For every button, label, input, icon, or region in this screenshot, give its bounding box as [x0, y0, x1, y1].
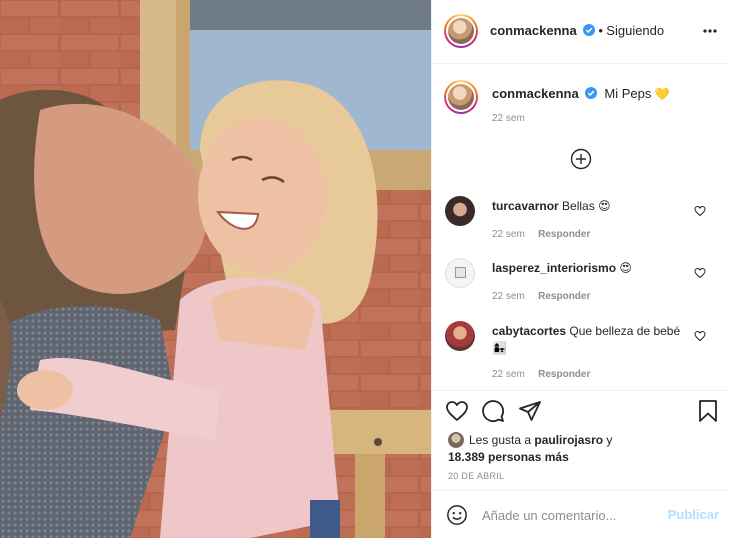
caption-line: conmackenna Mi Peps 💛 — [492, 86, 670, 101]
likes-conjunction: y — [606, 433, 613, 447]
verified-badge-icon — [585, 87, 598, 99]
commenter-username[interactable]: turcavarnor — [492, 199, 559, 213]
publish-button[interactable]: Publicar — [668, 507, 719, 522]
commenter-username[interactable]: cabytacortes — [492, 324, 566, 338]
comment-item: lasperez_interiorismo 😍 22 sem Responder — [432, 258, 729, 308]
comment-emoji: 👩‍👧 — [492, 341, 507, 355]
post-caption: conmackenna Mi Peps 💛 22 sem — [432, 70, 729, 140]
likes-count[interactable]: 18.389 personas más — [448, 450, 569, 464]
author-avatar[interactable] — [444, 14, 478, 48]
post-photo[interactable] — [0, 0, 431, 538]
caption-time[interactable]: 22 sem — [492, 113, 525, 124]
instagram-post: conmackenna • Siguiendo conmackenna Mi P… — [0, 0, 729, 538]
reply-button[interactable]: Responder — [538, 291, 590, 302]
likes-prefix: Les gusta a — [469, 433, 532, 447]
comment-input[interactable] — [482, 505, 662, 525]
comment-body: turcavarnor Bellas 😍 — [492, 198, 692, 215]
caption-avatar[interactable] — [444, 80, 478, 114]
comment-meta: 22 sem Responder — [492, 366, 590, 380]
verified-badge-icon — [583, 24, 596, 36]
liker-username[interactable]: paulirojasro — [534, 433, 603, 447]
caption-text: Mi Peps — [604, 86, 652, 101]
comment-item: cabytacortes Que belleza de bebé 👩‍👧 22 … — [432, 321, 729, 383]
header-separator: • — [598, 23, 603, 38]
comment-text: Bellas — [562, 199, 595, 213]
comment-emoji: 😍 — [598, 199, 611, 213]
send-icon[interactable] — [518, 399, 542, 423]
comment-body: lasperez_interiorismo 😍 — [492, 260, 692, 277]
reply-button[interactable]: Responder — [538, 369, 590, 380]
comment-time[interactable]: 22 sem — [492, 229, 525, 240]
comment-like-heart-icon[interactable] — [694, 330, 706, 342]
header-user-line: conmackenna • Siguiendo — [490, 23, 664, 38]
comment-meta: 22 sem Responder — [492, 288, 590, 302]
comment-like-heart-icon[interactable] — [694, 267, 706, 279]
commenter-avatar[interactable] — [445, 196, 475, 226]
comment-time[interactable]: 22 sem — [492, 291, 525, 302]
add-comment-bar: Publicar — [432, 490, 729, 538]
caption-emoji: 💛 — [654, 87, 670, 101]
post-date[interactable]: 20 DE ABRIL — [448, 471, 504, 481]
post-side-panel: conmackenna • Siguiendo conmackenna Mi P… — [431, 0, 729, 538]
comment-body: cabytacortes Que belleza de bebé 👩‍👧 — [492, 323, 692, 357]
heart-icon[interactable] — [445, 399, 469, 423]
follow-status-button[interactable]: Siguiendo — [606, 23, 664, 38]
reply-button[interactable]: Responder — [538, 229, 590, 240]
caption-username[interactable]: conmackenna — [492, 86, 579, 101]
plus-circle-icon[interactable] — [570, 148, 592, 170]
commenter-avatar[interactable] — [445, 258, 475, 288]
bookmark-icon[interactable] — [696, 399, 720, 423]
likes-summary: Les gusta a paulirojasro y 18.389 person… — [448, 432, 718, 466]
commenter-avatar[interactable] — [445, 321, 475, 351]
post-header: conmackenna • Siguiendo — [432, 0, 729, 64]
comment-time[interactable]: 22 sem — [492, 369, 525, 380]
comment-like-heart-icon[interactable] — [694, 205, 706, 217]
smiley-icon[interactable] — [446, 504, 468, 526]
more-horizontal-icon[interactable] — [702, 23, 718, 39]
author-username[interactable]: conmackenna — [490, 23, 577, 38]
comment-icon[interactable] — [481, 399, 505, 423]
post-actions: Les gusta a paulirojasro y 18.389 person… — [432, 390, 729, 490]
comment-item: turcavarnor Bellas 😍 22 sem Responder — [432, 196, 729, 246]
photo-illustration — [0, 0, 431, 538]
liker-avatar[interactable] — [448, 432, 464, 448]
comment-text: Que belleza de bebé — [569, 324, 681, 338]
commenter-username[interactable]: lasperez_interiorismo — [492, 261, 616, 275]
comment-emoji: 😍 — [619, 261, 632, 275]
comment-meta: 22 sem Responder — [492, 226, 590, 240]
